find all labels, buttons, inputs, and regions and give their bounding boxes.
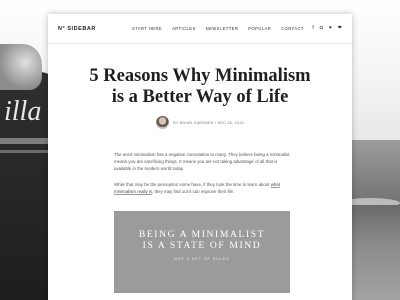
instagram-icon[interactable]: ◘ (320, 26, 323, 31)
pull-quote: BEING A MINIMALIST IS A STATE OF MIND NO… (114, 211, 290, 294)
nav-link-start-here[interactable]: START HERE (132, 26, 162, 31)
paragraph-1: The word minimalism has a negative conno… (114, 152, 290, 172)
byline-text: BY BRIAN GARDNER / DEC 28, 2015 (173, 120, 244, 125)
heart-icon[interactable]: ❤ (338, 26, 342, 31)
social-icons: f ◘ ♥ ❤ (312, 26, 342, 31)
quote-line-2: IS A STATE OF MIND (142, 240, 262, 252)
article-title: 5 Reasons Why Minimalism is a Better Way… (48, 66, 352, 108)
site-logo[interactable]: N° SIDEBAR (58, 26, 96, 32)
nav-links: START HERE ARTICLES NEWSLETTER POPULAR C… (132, 26, 304, 31)
nav-link-popular[interactable]: POPULAR (248, 26, 271, 31)
person-hair (0, 44, 42, 90)
nav-link-articles[interactable]: ARTICLES (172, 26, 196, 31)
nav-link-contact[interactable]: CONTACT (281, 26, 304, 31)
paragraph-2: While that may be the perception some ha… (114, 181, 290, 195)
paragraph-2-start: While that may be the perception some ha… (114, 181, 271, 187)
website-card: N° SIDEBAR START HERE ARTICLES NEWSLETTE… (48, 14, 352, 300)
title-line-1: 5 Reasons Why Minimalism (89, 66, 311, 86)
twitter-icon[interactable]: ♥ (329, 26, 332, 31)
byline: BY BRIAN GARDNER / DEC 28, 2015 (48, 116, 352, 129)
quote-subtitle: NOT A SET OF RULES (174, 257, 230, 262)
site-header: N° SIDEBAR START HERE ARTICLES NEWSLETTE… (48, 14, 352, 44)
quote-line-1: BEING A MINIMALIST (138, 229, 266, 241)
shirt-text: illa (4, 96, 42, 127)
title-line-2: is a Better Way of Life (111, 87, 289, 107)
avatar[interactable] (156, 116, 170, 129)
article-body: The word minimalism has a negative conno… (114, 151, 290, 195)
paragraph-2-end: , they may find out it can improve their… (152, 188, 235, 194)
facebook-icon[interactable]: f (312, 26, 313, 31)
nav-link-newsletter[interactable]: NEWSLETTER (206, 26, 239, 31)
